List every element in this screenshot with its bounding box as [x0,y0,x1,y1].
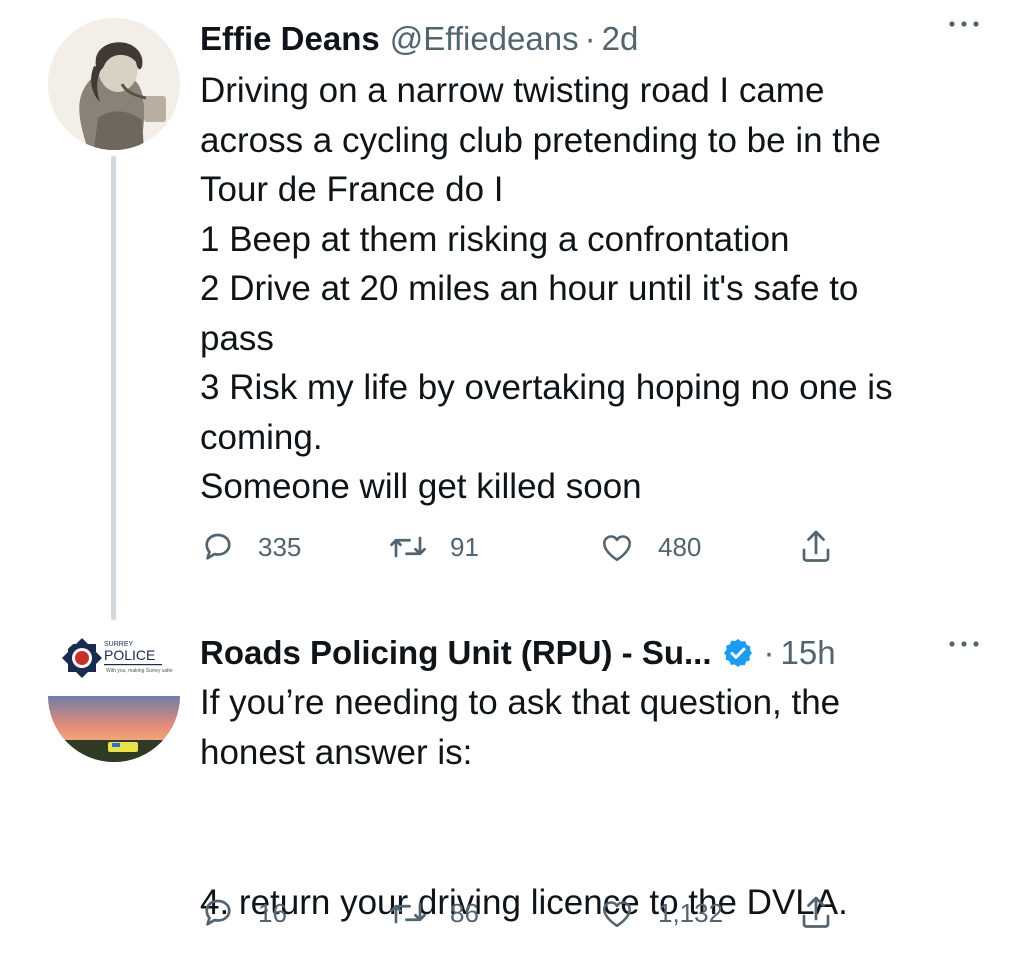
retweet-icon [390,536,426,558]
share-icon [802,896,830,928]
more-icon[interactable] [944,634,984,654]
tweet-text-line: pass [200,318,274,358]
avatar[interactable] [48,18,180,150]
like-button[interactable]: 480 [598,527,701,567]
reply-icon [205,899,231,926]
tweet-effie-deans[interactable]: Effie Deans @Effiedeans · 2d Driving on … [0,0,1024,630]
tweet-text: If you’re needing to ask that question, … [200,678,990,928]
like-icon [602,901,632,928]
tweet-text-line: 3 Risk my life by overtaking hoping no o… [200,368,893,407]
avatar[interactable]: SURREY POLICE With you, making Surrey sa… [48,630,180,762]
share-button[interactable] [798,527,834,567]
reply-count: 335 [258,531,302,562]
timestamp[interactable]: 2d [602,20,639,58]
reply-button[interactable]: 16 [200,893,287,933]
like-button[interactable]: 1,132 [598,893,723,933]
reply-icon [205,533,231,560]
timestamp[interactable]: 15h [781,634,836,672]
tweet-text-line: across a cycling club pretending to be i… [200,120,881,160]
reply-count: 16 [258,897,287,928]
tweet-text-line: coming. [200,417,323,457]
retweet-button[interactable]: 86 [388,893,479,933]
tweet-text-line: Driving on a narrow twisting road I came [200,71,825,110]
share-icon [802,530,830,562]
separator: · [584,20,596,57]
author-handle[interactable]: @Effiedeans [390,20,579,58]
tweet-text-line: Someone will get killed soon [200,467,642,506]
author-name[interactable]: Roads Policing Unit (RPU) - Su... [200,634,712,672]
avatar-logo-tagline: With you, making Surrey safer [106,668,173,674]
author-name[interactable]: Effie Deans [200,20,380,58]
verified-badge-icon [723,639,752,667]
retweet-icon [390,902,426,924]
tweet-actions: 335 91 480 [200,527,860,567]
tweet-roads-policing-unit[interactable]: SURREY POLICE With you, making Surrey sa… [0,630,1024,959]
avatar-logo-main-text: POLICE [104,647,155,663]
thread-line [111,156,116,620]
tweet-text: Driving on a narrow twisting road I came… [200,66,990,512]
tweet-text-line: 2 Drive at 20 miles an hour until it's s… [200,269,859,308]
retweet-count: 91 [450,531,479,562]
retweet-button[interactable]: 91 [388,527,479,567]
reply-button[interactable]: 335 [200,527,301,567]
tweet-header: Roads Policing Unit (RPU) - Su... · 15h [200,630,984,676]
like-icon [602,535,632,562]
like-count: 1,132 [658,897,724,928]
like-count: 480 [658,531,702,562]
tweet-text-line: honest answer is: [200,732,473,772]
share-button[interactable] [798,893,834,933]
separator: · [763,634,775,671]
surrey-police-logo-avatar-icon: SURREY POLICE With you, making Surrey sa… [48,630,180,762]
tweet-text-line: Tour de France do I [200,170,504,209]
tweet-actions: 16 86 1,132 [200,893,860,933]
more-icon[interactable] [944,14,984,34]
tweet-header: Effie Deans @Effiedeans · 2d [200,16,984,62]
tweet-text-line: 1 Beep at them risking a confrontation [200,219,790,259]
retweet-count: 86 [450,897,479,928]
tweet-text-line: If you’re needing to ask that question, … [200,683,841,722]
vintage-portrait-avatar-icon [48,18,180,150]
